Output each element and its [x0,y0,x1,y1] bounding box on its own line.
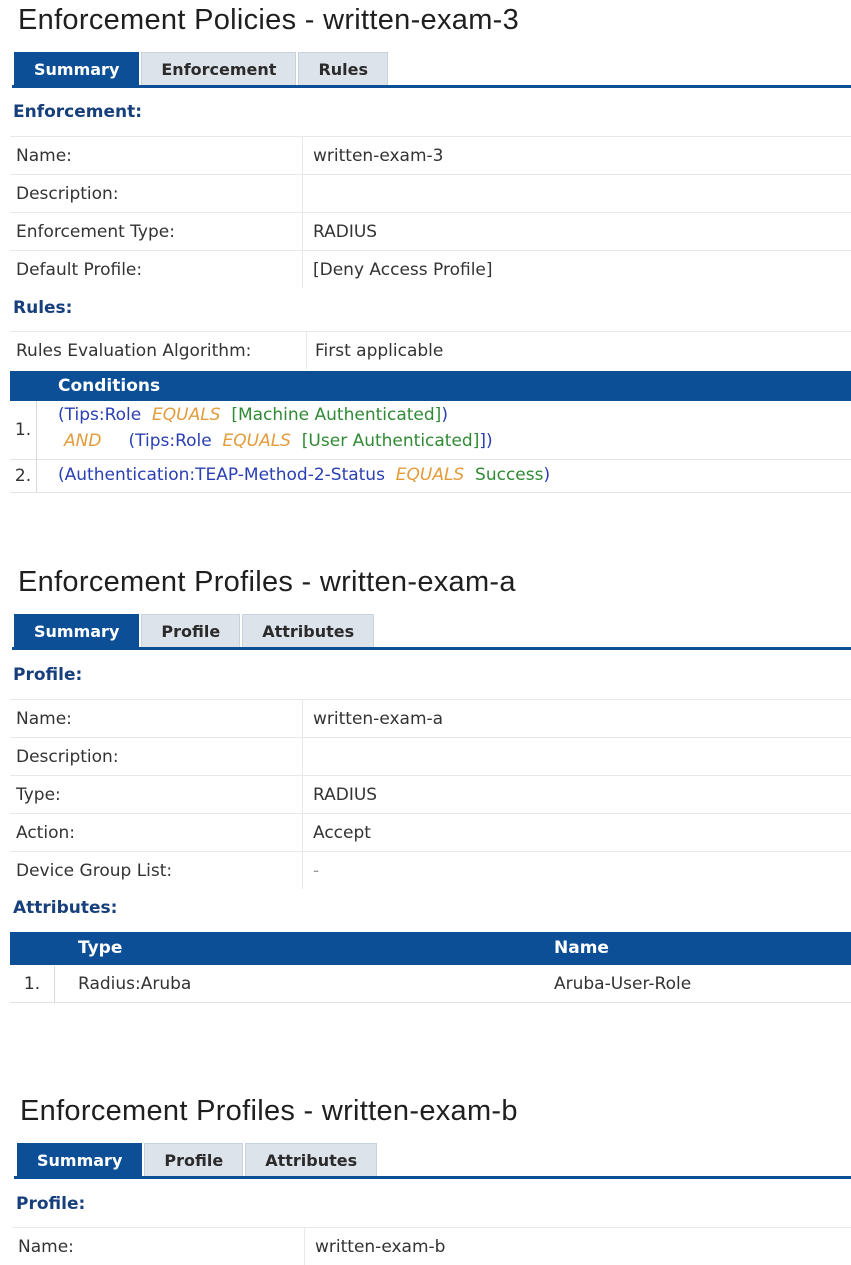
profile-b-title: Enforcement Profiles - written-exam-b [20,1095,518,1128]
field-value: written-exam-b [305,1228,851,1265]
rules-heading: Rules: [13,298,72,318]
condition-join: AND [64,431,101,451]
field-label: Description: [10,738,303,776]
rule-number: 1. [10,401,37,459]
field-value: [Deny Access Profile] [303,251,851,289]
field-label: Name: [12,1228,305,1265]
tab-profile[interactable]: Profile [141,614,240,647]
field-value [303,738,851,776]
condition-key: Authentication:TEAP-Method-2-Status [65,465,385,485]
attributes-heading: Attributes: [13,898,117,918]
enforcement-heading: Enforcement: [13,102,142,122]
condition-operator: EQUALS [152,405,220,425]
tab-enforcement[interactable]: Enforcement [141,52,296,85]
attribute-number: 1. [10,966,55,1002]
tab-underline [12,647,851,650]
tab-profile[interactable]: Profile [144,1143,243,1176]
rule-condition-line: AND (Tips:Role EQUALS [User Authenticate… [64,431,493,451]
profile-b-details-table: Name: written-exam-b [12,1227,851,1265]
algorithm-row: Rules Evaluation Algorithm: First applic… [10,332,851,370]
detail-row-type: Type: RADIUS [10,776,851,814]
field-label: Enforcement Type: [10,213,303,251]
rules-algorithm-table: Rules Evaluation Algorithm: First applic… [10,331,851,369]
attribute-row[interactable]: 1. Radius:Aruba Aruba-User-Role [10,966,851,1003]
algorithm-label: Rules Evaluation Algorithm: [10,332,307,370]
column-header-type: Type [78,938,122,958]
field-label: Default Profile: [10,251,303,289]
detail-row-default-profile: Default Profile: [Deny Access Profile] [10,251,851,289]
rule-row[interactable]: 2. (Authentication:TEAP-Method-2-Status … [10,460,851,493]
tab-underline [14,1176,851,1179]
condition-value: [Machine Authenticated] [231,405,441,425]
condition-key: Tips:Role [65,405,142,425]
tab-summary[interactable]: Summary [17,1143,142,1176]
attributes-header: Type Name [10,932,851,965]
detail-row-action: Action: Accept [10,814,851,852]
policy-tabs: Summary Enforcement Rules [14,52,390,86]
paren: ) [543,465,550,485]
field-label: Action: [10,814,303,852]
paren: ( [58,405,65,425]
detail-row-name: Name: written-exam-b [12,1228,851,1265]
tab-attributes[interactable]: Attributes [245,1143,377,1176]
profile-a-tabs: Summary Profile Attributes [14,614,376,648]
conditions-header: Conditions [10,371,851,401]
field-value [303,175,851,213]
field-label: Description: [10,175,303,213]
column-header-name: Name [554,938,609,958]
enforcement-details-table: Name: written-exam-3 Description: Enforc… [10,136,851,288]
condition-value: [User Authenticated] [302,431,480,451]
profile-heading: Profile: [16,1194,85,1214]
tab-rules[interactable]: Rules [298,52,388,85]
field-label: Name: [10,137,303,175]
rule-number: 2. [10,460,37,492]
profile-heading: Profile: [13,665,82,685]
detail-row-name: Name: written-exam-a [10,700,851,738]
detail-row-name: Name: written-exam-3 [10,137,851,175]
tab-summary[interactable]: Summary [14,52,139,85]
condition-operator: EQUALS [223,431,291,451]
policy-title: Enforcement Policies - written-exam-3 [18,4,519,37]
profile-a-details-table: Name: written-exam-a Description: Type: … [10,699,851,889]
field-value: RADIUS [303,776,851,814]
profile-a-title: Enforcement Profiles - written-exam-a [18,566,516,599]
field-value: written-exam-3 [303,137,851,175]
detail-row-description: Description: [10,738,851,776]
field-value: written-exam-a [303,700,851,738]
rule-condition-line: (Tips:Role EQUALS [Machine Authenticated… [58,405,448,425]
rule-row[interactable]: 1. (Tips:Role EQUALS [Machine Authentica… [10,401,851,460]
tab-attributes[interactable]: Attributes [242,614,374,647]
tab-underline [12,85,851,88]
attribute-type: Radius:Aruba [78,974,191,994]
condition-key: Tips:Role [135,431,212,451]
condition-value: Success [475,465,543,485]
field-label: Type: [10,776,303,814]
tab-summary[interactable]: Summary [14,614,139,647]
paren: ) [441,405,448,425]
field-value: Accept [303,814,851,852]
condition-operator: EQUALS [396,465,464,485]
conditions-header-label: Conditions [58,376,160,396]
field-value: RADIUS [303,213,851,251]
profile-b-tabs: Summary Profile Attributes [17,1143,379,1177]
field-label: Name: [10,700,303,738]
attribute-name: Aruba-User-Role [554,974,691,994]
detail-row-device-group-list: Device Group List: - [10,852,851,890]
rule-condition-line: (Authentication:TEAP-Method-2-Status EQU… [58,465,550,485]
algorithm-value: First applicable [307,332,851,370]
detail-row-type: Enforcement Type: RADIUS [10,213,851,251]
field-value: - [303,852,851,890]
detail-row-description: Description: [10,175,851,213]
paren: ]) [479,431,492,451]
field-label: Device Group List: [10,852,303,890]
paren: ( [58,465,65,485]
